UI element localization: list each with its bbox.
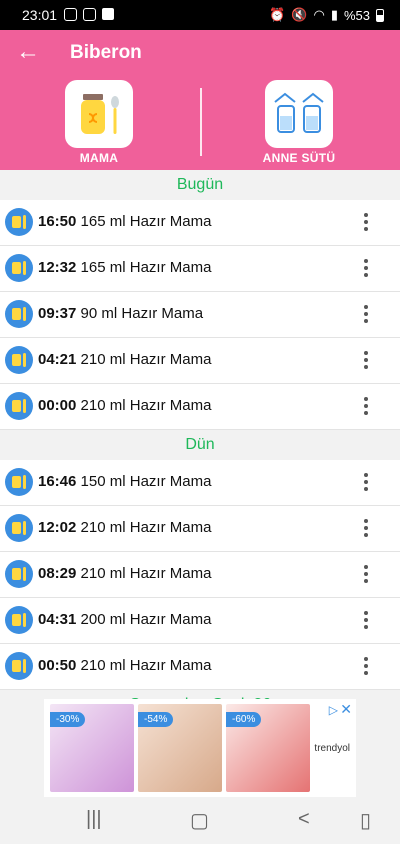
alarm-icon: ⏰ [269,7,286,22]
feeding-row[interactable]: 16:50 165 ml Hazır Mama [0,200,400,246]
page-title: Biberon [70,42,142,63]
signal-icon: ▮ [330,7,338,22]
feeding-list: Bugün 16:50 165 ml Hazır Mama 12:32 165 ml… [0,170,400,720]
feeding-time: 12:02 [38,519,77,536]
baby-food-jar-icon [5,560,33,588]
baby-food-jar-icon [5,254,33,282]
more-options-icon[interactable] [364,305,370,326]
discount-badge: -30% [50,712,86,727]
category-mama-button[interactable]: MAMA [49,80,149,165]
more-options-icon[interactable] [364,565,370,586]
feeding-time: 12:32 [38,259,77,276]
system-nav-bar: ||| ▢ < ▯ [0,798,400,844]
feeding-description: 165 ml Hazır Mama [80,259,212,276]
category-label: MAMA [79,151,119,165]
feeding-row[interactable]: 12:32 165 ml Hazır Mama [0,246,400,292]
more-options-icon[interactable] [364,259,370,280]
ad-brand: trendyol [314,743,350,754]
feeding-row[interactable]: 00:50 210 ml Hazır Mama [0,644,400,690]
discount-badge: -54% [138,712,174,727]
ad-product-image[interactable]: -54% [138,704,222,792]
ad-banner[interactable]: -30% -54% -60% ▷ ✕ trendyol [44,699,356,797]
feeding-time: 04:31 [38,611,77,628]
more-options-icon[interactable] [364,519,370,540]
day-header: Bugün [176,176,224,193]
recent-apps-icon[interactable]: ||| [86,808,102,831]
feeding-description: 150 ml Hazır Mama [80,473,212,490]
baby-food-jar-icon [5,606,33,634]
category-label: ANNE SÜTÜ [262,151,336,165]
app-bar: ← Biberon [0,30,400,76]
feeding-description: 210 ml Hazır Mama [80,351,212,368]
more-options-icon[interactable] [364,473,370,494]
status-time: 23:01 [22,7,58,23]
category-anne-sutu-button[interactable]: ANNE SÜTÜ [249,80,349,165]
ad-product-image[interactable]: -30% [50,704,134,792]
feeding-time: 08:29 [38,565,77,582]
feeding-row[interactable]: 04:31 200 ml Hazır Mama [0,598,400,644]
breast-pump-icon [265,80,333,148]
ad-choices-icon[interactable]: ▷ [329,703,338,717]
close-icon[interactable]: ✕ [340,701,352,718]
day-header: Dün [185,436,215,453]
baby-food-jar-icon [5,346,33,374]
wifi-icon: ◠ [313,7,325,22]
baby-food-jar-icon [5,652,33,680]
discount-badge: -60% [226,712,262,727]
status-bar: 23:01 ⏰ 🔇 ◠ ▮ %53 [0,0,400,30]
message-icon [83,8,96,21]
feeding-description: 210 ml Hazır Mama [80,565,212,582]
feeding-description: 200 ml Hazır Mama [80,611,212,628]
folder-icon [102,8,114,20]
baby-food-jar-icon [5,300,33,328]
more-options-icon[interactable] [364,351,370,372]
feeding-time: 04:21 [38,351,77,368]
feeding-time: 16:46 [38,473,77,490]
feeding-row[interactable]: 00:00 210 ml Hazır Mama [0,384,400,430]
back-icon[interactable]: < [298,808,310,831]
back-arrow-icon[interactable]: ← [16,38,40,66]
more-options-icon[interactable] [364,397,370,418]
feeding-description: 210 ml Hazır Mama [80,657,212,674]
more-options-icon[interactable] [364,657,370,678]
battery-percent: %53 [343,7,370,23]
baby-food-jar-icon [5,208,33,236]
feeding-description: 210 ml Hazır Mama [80,519,212,536]
feeding-description: 90 ml Hazır Mama [80,305,204,322]
battery-icon [376,8,384,22]
whatsapp-icon [64,8,77,21]
feeding-description: 210 ml Hazır Mama [80,397,212,414]
baby-food-jar-icon [5,468,33,496]
feeding-row[interactable]: 12:02 210 ml Hazır Mama [0,506,400,552]
category-header: MAMA ANNE SÜTÜ [0,76,400,170]
feeding-row[interactable]: 09:37 90 ml Hazır Mama [0,292,400,338]
feeding-time: 00:00 [38,397,77,414]
more-options-icon[interactable] [364,611,370,632]
ad-product-image[interactable]: -60% [226,704,310,792]
screenshot-icon[interactable]: ▯ [360,808,371,833]
feeding-row[interactable]: 16:46 150 ml Hazır Mama [0,460,400,506]
baby-food-jar-icon [5,514,33,542]
baby-food-jar-spoon-icon [65,80,133,148]
more-options-icon[interactable] [364,213,370,234]
feeding-description: 165 ml Hazır Mama [80,213,212,230]
feeding-row[interactable]: 08:29 210 ml Hazır Mama [0,552,400,598]
home-icon[interactable]: ▢ [190,808,209,833]
baby-food-jar-icon [5,392,33,420]
feeding-time: 16:50 [38,213,77,230]
feeding-row[interactable]: 04:21 210 ml Hazır Mama [0,338,400,384]
feeding-time: 00:50 [38,657,77,674]
divider [200,88,202,156]
feeding-time: 09:37 [38,305,77,322]
mute-icon: 🔇 [291,7,308,22]
